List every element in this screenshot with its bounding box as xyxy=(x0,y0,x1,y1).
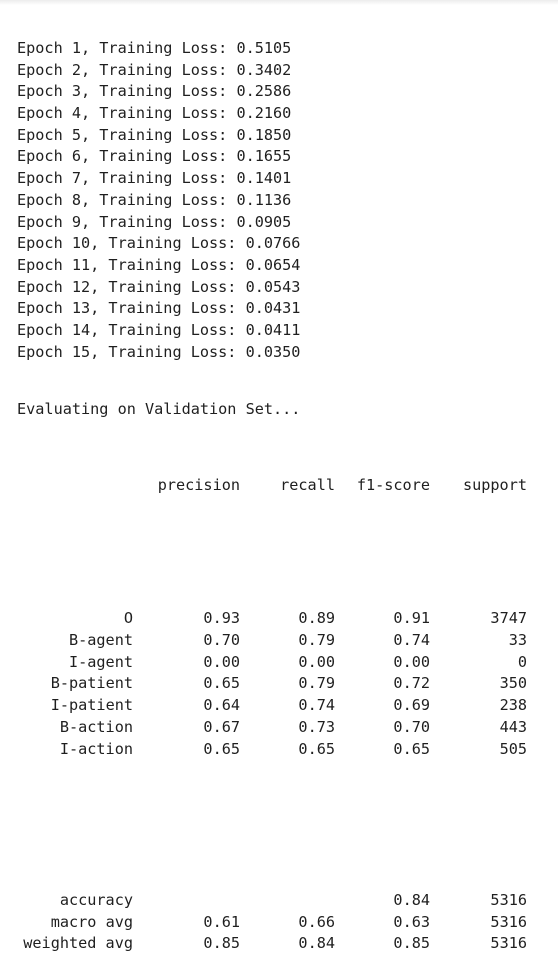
epoch-line: Epoch 14, Training Loss: 0.0411 xyxy=(17,320,301,339)
support-value: 5316 xyxy=(490,890,527,909)
report-row: B-action 0.67 0.73 0.70 443 xyxy=(17,717,527,739)
report-row: B-agent 0.70 0.79 0.74 33 xyxy=(17,630,527,652)
epoch-line: Epoch 9, Training Loss: 0.0905 xyxy=(17,212,292,231)
support-value: 0 xyxy=(517,652,527,671)
report-row: O 0.93 0.89 0.91 3747 xyxy=(17,608,527,630)
report-row: I-patient 0.64 0.74 0.69 238 xyxy=(17,695,527,717)
report-summary-rows: accuracy 0.84 5316 macro avg 0.61 0.66 0.63 531… xyxy=(17,890,527,955)
epoch-line: Epoch 8, Training Loss: 0.1136 xyxy=(17,190,292,209)
epoch-line: Epoch 1, Training Loss: 0.5105 xyxy=(17,39,292,57)
epoch-line: Epoch 13, Training Loss: 0.0431 xyxy=(17,299,301,318)
report-row: I-action 0.65 0.65 0.65 505 xyxy=(17,739,527,761)
report-row: accuracy 0.84 5316 xyxy=(17,890,527,912)
support-value: 350 xyxy=(499,674,527,693)
report-row: I-agent 0.00 0.00 0.00 0 xyxy=(17,652,527,674)
report-row: weighted avg 0.85 0.84 0.85 5316 xyxy=(17,933,527,955)
epoch-line: Epoch 15, Training Loss: 0.0350 xyxy=(17,342,301,361)
report-row: B-patient 0.65 0.79 0.72 350 xyxy=(17,673,527,695)
support-value: 443 xyxy=(499,717,527,736)
support-value: 5316 xyxy=(490,934,527,953)
header-support: support xyxy=(462,476,527,494)
report-class-rows: O 0.93 0.89 0.91 3747 B-agent 0.70 0.79 0.74 33 I-… xyxy=(17,608,527,761)
cell-output: Epoch 1, Training Loss: 0.5105 Epoch 2, T… xyxy=(17,2,527,973)
epoch-line: Epoch 6, Training Loss: 0.1655 xyxy=(17,147,292,166)
epoch-line: Epoch 2, Training Loss: 0.3402 xyxy=(17,60,292,79)
report-spacer xyxy=(17,814,300,836)
epoch-line: Epoch 10, Training Loss: 0.0766 xyxy=(17,234,301,253)
epoch-line: Epoch 12, Training Loss: 0.0543 xyxy=(17,277,301,296)
support-value: 33 xyxy=(508,631,527,650)
epoch-line: Epoch 7, Training Loss: 0.1401 xyxy=(17,169,292,188)
epoch-line: Epoch 11, Training Loss: 0.0654 xyxy=(17,255,301,274)
epoch-line: Epoch 3, Training Loss: 0.2586 xyxy=(17,82,292,101)
epoch-log: Epoch 1, Training Loss: 0.5105 Epoch 2, T… xyxy=(17,38,300,363)
support-value: 238 xyxy=(499,696,527,715)
evaluating-line: Evaluating on Validation Set... xyxy=(17,400,301,419)
epoch-line: Epoch 5, Training Loss: 0.1850 xyxy=(17,125,292,144)
report-header-row: precision recall f1-score support xyxy=(17,475,527,497)
report-spacer xyxy=(17,533,300,555)
support-value: 5316 xyxy=(490,912,527,931)
report-row: macro avg 0.61 0.66 0.63 5316 xyxy=(17,912,527,934)
epoch-line: Epoch 4, Training Loss: 0.2160 xyxy=(17,104,292,123)
support-value: 505 xyxy=(499,739,527,758)
support-value: 3747 xyxy=(490,609,527,628)
